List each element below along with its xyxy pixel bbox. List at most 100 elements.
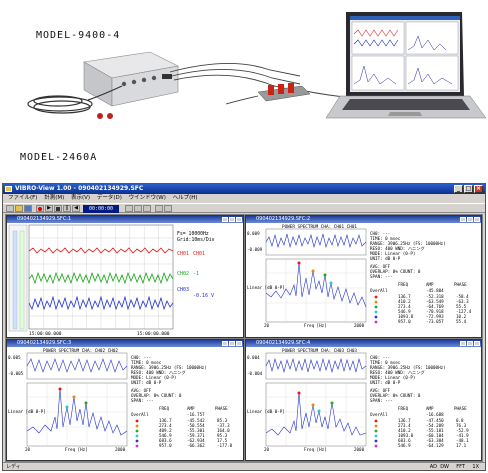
wave-ymin: -0.004 bbox=[247, 371, 263, 376]
help-icon[interactable] bbox=[164, 205, 172, 212]
status-indicator-fft: FFT bbox=[456, 464, 465, 470]
row-amp: -66.362 bbox=[187, 443, 205, 448]
new-icon[interactable] bbox=[6, 205, 14, 212]
spectrum-window-ch03[interactable]: 090402134929.SFC:4 POWER SPECTRUM CHA: C… bbox=[245, 339, 482, 461]
x-tick-20: 20 bbox=[25, 447, 31, 452]
peak-marker bbox=[311, 269, 315, 273]
status-text: レディ bbox=[6, 464, 21, 470]
grid-info: Grid:10ms/Div bbox=[177, 237, 215, 243]
col-phase: PHASE bbox=[454, 406, 467, 411]
zoom-out-icon[interactable] bbox=[134, 205, 142, 212]
peak-marker bbox=[323, 273, 327, 277]
ch02-label: CH02 bbox=[177, 271, 189, 277]
y-axis-label: Linear [dB 0-P] bbox=[247, 285, 285, 290]
child-minimize-button[interactable] bbox=[222, 341, 228, 346]
param-line: UNIT: dB 0-P bbox=[131, 380, 162, 385]
ch01-value: CH01 bbox=[193, 251, 205, 257]
row-phase: -177.0 bbox=[217, 443, 233, 448]
minimize-button[interactable]: _ bbox=[454, 185, 463, 193]
zoom-in-icon[interactable] bbox=[125, 205, 133, 212]
col-amp: AMP bbox=[426, 406, 434, 411]
col-phase: PHASE bbox=[454, 282, 467, 287]
child-maximize-button[interactable] bbox=[229, 341, 235, 346]
menu-file[interactable]: ファイル(F) bbox=[8, 195, 37, 201]
ch03-label: CH03 bbox=[177, 287, 189, 293]
menu-help[interactable]: ヘルプ(H) bbox=[173, 195, 198, 201]
child-title-bar: 090402134929.SFC:3 bbox=[7, 340, 243, 347]
overall-label: OverAll bbox=[370, 288, 388, 293]
window-title: 090402134929.SFC:4 bbox=[256, 340, 311, 346]
y-axis-label: Linear [dB 0-P] bbox=[247, 409, 285, 414]
app-title-bar: VIBRO-View 1.00 - 090402134929.SFC _ □ × bbox=[3, 184, 485, 194]
app-icon bbox=[5, 186, 12, 192]
x-tick-2000: 2000 bbox=[354, 447, 365, 452]
save-icon[interactable] bbox=[24, 205, 32, 212]
print-icon[interactable] bbox=[155, 205, 163, 212]
col-freq: FREQ bbox=[398, 282, 409, 287]
x-axis-label: Freq [Hz] bbox=[304, 323, 327, 328]
peak-table: 136.7 -47.450 0.8 273.4 -54.209 76.3 410.2 -5… bbox=[398, 418, 469, 448]
maximize-button[interactable]: □ bbox=[464, 185, 473, 193]
overall-value: -16.757 bbox=[187, 412, 205, 417]
menu-measure[interactable]: 計測(M) bbox=[44, 195, 64, 201]
row-freq: 957.0 bbox=[159, 443, 172, 448]
x-axis-label: Freq [Hz] bbox=[304, 447, 327, 452]
sensor-connector bbox=[97, 113, 103, 119]
open-icon[interactable] bbox=[15, 205, 23, 212]
x-start-label: 15:00:00.000 bbox=[29, 331, 62, 337]
ch02-value: -1 bbox=[193, 271, 199, 277]
row-phase: 17.1 bbox=[456, 443, 467, 448]
record-icon[interactable] bbox=[36, 205, 44, 212]
amplifier-image bbox=[225, 83, 311, 105]
child-maximize-button[interactable] bbox=[229, 217, 235, 222]
spectrum-window-ch01[interactable]: 090402134929.SFC:2 POWER SPECTRUM CHA: C… bbox=[245, 215, 482, 338]
child-close-button[interactable] bbox=[236, 217, 242, 222]
sampling-info: Fs= 10000Hz bbox=[177, 231, 209, 237]
stop-icon[interactable] bbox=[54, 205, 62, 212]
toolbar-time-display: 00:00:00 bbox=[83, 205, 119, 213]
child-minimize-button[interactable] bbox=[460, 217, 466, 222]
col-amp: AMP bbox=[187, 406, 195, 411]
hardware-photo bbox=[27, 12, 487, 119]
child-title-bar: 090402134929.SFC:4 bbox=[246, 340, 481, 347]
row-phase: 55.4 bbox=[456, 319, 467, 324]
col-freq: FREQ bbox=[398, 406, 409, 411]
x-tick-2000: 2000 bbox=[354, 323, 365, 328]
ch03-value: -0.16 V bbox=[193, 293, 214, 299]
menu-window[interactable]: ウインドウ(W) bbox=[129, 195, 166, 201]
waveform-window[interactable]: 090402134929.SFC:1 15:00:00.000 15:00:00… bbox=[6, 215, 244, 338]
menu-data[interactable]: データ(D) bbox=[97, 195, 122, 201]
peak-marker bbox=[329, 281, 333, 285]
close-button[interactable]: × bbox=[474, 185, 483, 193]
child-close-button[interactable] bbox=[474, 217, 480, 222]
x-tick-20: 20 bbox=[264, 447, 270, 452]
spectrum-plot-ch01: POWER SPECTRUM CHA: CH01 CH01 0.009 -0.0… bbox=[246, 223, 481, 337]
spectrum-plot-ch02: POWER SPECTRUM CHA: CH02 CH02 0.005 -0.0… bbox=[7, 347, 243, 460]
child-close-button[interactable] bbox=[236, 341, 242, 346]
spectrum-window-ch02[interactable]: 090402134929.SFC:3 POWER SPECTRUM CHA: C… bbox=[6, 339, 244, 461]
child-maximize-button[interactable] bbox=[467, 217, 473, 222]
window-title: 090402134929.SFC:3 bbox=[17, 340, 72, 346]
child-maximize-button[interactable] bbox=[467, 341, 473, 346]
overall-value: -45.804 bbox=[426, 288, 444, 293]
rewind-icon[interactable]: ◀ bbox=[72, 205, 80, 212]
x-axis-label: Freq [Hz] bbox=[65, 447, 88, 452]
menu-view[interactable]: 表示(V) bbox=[71, 195, 90, 201]
cursor-icon[interactable] bbox=[143, 205, 151, 212]
overall-value: -16.688 bbox=[426, 412, 444, 417]
window-title: 090402134929.SFC:1 bbox=[17, 216, 72, 222]
col-freq: FREQ bbox=[159, 406, 170, 411]
child-close-button[interactable] bbox=[474, 341, 480, 346]
child-minimize-button[interactable] bbox=[460, 341, 466, 346]
avg-line: SPAN: --- bbox=[131, 398, 154, 403]
play-icon[interactable]: ▶ bbox=[45, 205, 53, 212]
peak-table: 136.7 -52.318 -58.4 410.2 -63.549 -63.3 273.… bbox=[398, 294, 472, 324]
wave-ymax: 0.004 bbox=[247, 355, 260, 360]
wave-ymin: -0.009 bbox=[247, 247, 263, 252]
daq-unit-image bbox=[83, 51, 179, 107]
child-minimize-button[interactable] bbox=[222, 217, 228, 222]
row-amp: -73.057 bbox=[426, 319, 444, 324]
col-phase: PHASE bbox=[215, 406, 228, 411]
pause-icon[interactable]: ‖ bbox=[63, 205, 71, 212]
avg-line: SPAN: --- bbox=[370, 398, 393, 403]
